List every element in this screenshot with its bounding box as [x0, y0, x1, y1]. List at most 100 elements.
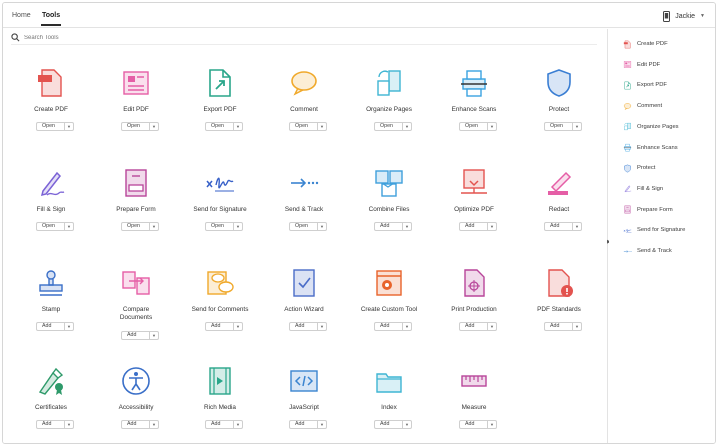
tool-action-button[interactable]: Add ▼	[121, 331, 159, 340]
chevron-down-icon[interactable]: ▼	[487, 223, 496, 230]
chevron-down-icon[interactable]: ▼	[572, 223, 581, 230]
tool-tile[interactable]: Accessibility Add ▼	[94, 365, 178, 443]
tool-tile[interactable]: Combine Files Add ▼	[347, 167, 431, 251]
chevron-down-icon[interactable]: ▼	[149, 123, 158, 130]
chevron-down-icon[interactable]: ▼	[487, 323, 496, 330]
tool-tile[interactable]: Edit PDF Open ▼	[94, 67, 178, 151]
right-pane-item[interactable]: Comment	[623, 101, 662, 111]
tool-icon-wrap[interactable]	[458, 67, 490, 99]
tool-icon-wrap[interactable]	[288, 167, 320, 199]
tab-home[interactable]: Home	[12, 12, 31, 19]
tool-tile[interactable]: Create PDF Open ▼	[9, 67, 93, 151]
tool-tile[interactable]: Measure Add ▼	[432, 365, 516, 443]
tool-tile[interactable]: Export PDF Open ▼	[178, 67, 262, 151]
tool-tile[interactable]: Stamp Add ▼	[9, 267, 93, 351]
tool-tile[interactable]: Print Production Add ▼	[432, 267, 516, 351]
tool-tile[interactable]: Compare Documents Add ▼	[94, 267, 178, 351]
chevron-down-icon[interactable]: ▼	[233, 421, 242, 428]
chevron-down-icon[interactable]: ▼	[149, 332, 158, 339]
tool-action-button[interactable]: Open ▼	[36, 222, 74, 231]
chevron-down-icon[interactable]: ▼	[317, 421, 326, 428]
tool-action-button[interactable]: Add ▼	[374, 420, 412, 429]
right-pane-item[interactable]: Create PDF	[623, 39, 668, 49]
tool-action-button[interactable]: Open ▼	[121, 222, 159, 231]
tab-tools[interactable]: Tools	[40, 12, 62, 26]
right-pane-item[interactable]: Organize Pages	[623, 122, 679, 132]
tool-icon-wrap[interactable]	[120, 267, 152, 299]
search-input[interactable]	[24, 34, 224, 41]
tool-tile[interactable]: Prepare Form Open ▼	[94, 167, 178, 251]
tool-icon-wrap[interactable]	[458, 365, 490, 397]
tool-tile[interactable]: Create Custom Tool Add ▼	[347, 267, 431, 351]
tool-tile[interactable]: PDF Standards Add ▼	[517, 267, 601, 351]
tool-tile[interactable]: Send for Comments Add ▼	[178, 267, 262, 351]
tool-icon-wrap[interactable]	[204, 267, 236, 299]
tool-action-button[interactable]: Add ▼	[289, 420, 327, 429]
tool-action-button[interactable]: Add ▼	[544, 222, 582, 231]
tool-icon-wrap[interactable]	[204, 167, 236, 199]
chevron-down-icon[interactable]: ▼	[402, 421, 411, 428]
tool-tile[interactable]: Optimize PDF Add ▼	[432, 167, 516, 251]
tool-action-button[interactable]: Open ▼	[205, 122, 243, 131]
tool-action-button[interactable]: Add ▼	[36, 322, 74, 331]
tool-icon-wrap[interactable]	[120, 167, 152, 199]
tool-tile[interactable]: Rich Media Add ▼	[178, 365, 262, 443]
tool-icon-wrap[interactable]	[543, 267, 575, 299]
tool-action-button[interactable]: Open ▼	[459, 122, 497, 131]
tool-action-button[interactable]: Add ▼	[205, 322, 243, 331]
chevron-down-icon[interactable]: ▼	[402, 323, 411, 330]
tool-icon-wrap[interactable]	[373, 167, 405, 199]
tool-icon-wrap[interactable]	[458, 267, 490, 299]
tool-icon-wrap[interactable]	[120, 67, 152, 99]
tool-icon-wrap[interactable]	[373, 267, 405, 299]
tool-icon-wrap[interactable]	[35, 67, 67, 99]
tool-tile[interactable]: Comment Open ▼	[262, 67, 346, 151]
tool-action-button[interactable]: Add ▼	[121, 420, 159, 429]
tool-icon-wrap[interactable]	[373, 365, 405, 397]
tool-icon-wrap[interactable]	[288, 267, 320, 299]
chevron-down-icon[interactable]: ▼	[487, 123, 496, 130]
tool-action-button[interactable]: Add ▼	[374, 322, 412, 331]
chevron-down-icon[interactable]: ▼	[317, 323, 326, 330]
chevron-down-icon[interactable]: ▼	[64, 223, 73, 230]
tool-action-button[interactable]: Open ▼	[374, 122, 412, 131]
tool-icon-wrap[interactable]	[288, 67, 320, 99]
tool-icon-wrap[interactable]	[543, 167, 575, 199]
tool-icon-wrap[interactable]	[204, 365, 236, 397]
tool-tile[interactable]: Certificates Add ▼	[9, 365, 93, 443]
tool-action-button[interactable]: Open ▼	[544, 122, 582, 131]
chevron-down-icon[interactable]: ▼	[402, 223, 411, 230]
search-bar[interactable]	[11, 31, 597, 45]
tool-icon-wrap[interactable]	[288, 365, 320, 397]
tool-icon-wrap[interactable]	[120, 365, 152, 397]
tool-icon-wrap[interactable]	[35, 365, 67, 397]
tool-action-button[interactable]: Open ▼	[289, 122, 327, 131]
tool-icon-wrap[interactable]	[373, 67, 405, 99]
tool-action-button[interactable]: Add ▼	[374, 222, 412, 231]
tool-icon-wrap[interactable]	[35, 167, 67, 199]
tool-action-button[interactable]: Open ▼	[36, 122, 74, 131]
chevron-down-icon[interactable]: ▼	[233, 123, 242, 130]
chevron-down-icon[interactable]: ▼	[64, 123, 73, 130]
right-pane-item[interactable]: Protect	[623, 163, 655, 173]
tool-icon-wrap[interactable]	[35, 267, 67, 299]
right-pane-item[interactable]: Send & Track	[623, 246, 672, 256]
tool-action-button[interactable]: Add ▼	[205, 420, 243, 429]
tool-tile[interactable]: Redact Add ▼	[517, 167, 601, 251]
tool-action-button[interactable]: Open ▼	[121, 122, 159, 131]
chevron-down-icon[interactable]: ▼	[572, 323, 581, 330]
tool-action-button[interactable]: Open ▼	[289, 222, 327, 231]
tool-tile[interactable]: Organize Pages Open ▼	[347, 67, 431, 151]
chevron-down-icon[interactable]: ▼	[233, 323, 242, 330]
chevron-down-icon[interactable]: ▼	[487, 421, 496, 428]
tool-action-button[interactable]: Add ▼	[36, 420, 74, 429]
tool-action-button[interactable]: Add ▼	[459, 322, 497, 331]
right-pane-item[interactable]: Export PDF	[623, 80, 667, 90]
chevron-down-icon[interactable]: ▼	[402, 123, 411, 130]
tool-tile[interactable]: JavaScript Add ▼	[262, 365, 346, 443]
tool-action-button[interactable]: Add ▼	[544, 322, 582, 331]
tool-action-button[interactable]: Add ▼	[459, 222, 497, 231]
tool-action-button[interactable]: Open ▼	[205, 222, 243, 231]
right-pane-item[interactable]: Fill & Sign	[623, 184, 663, 194]
tool-tile[interactable]: Enhance Scans Open ▼	[432, 67, 516, 151]
